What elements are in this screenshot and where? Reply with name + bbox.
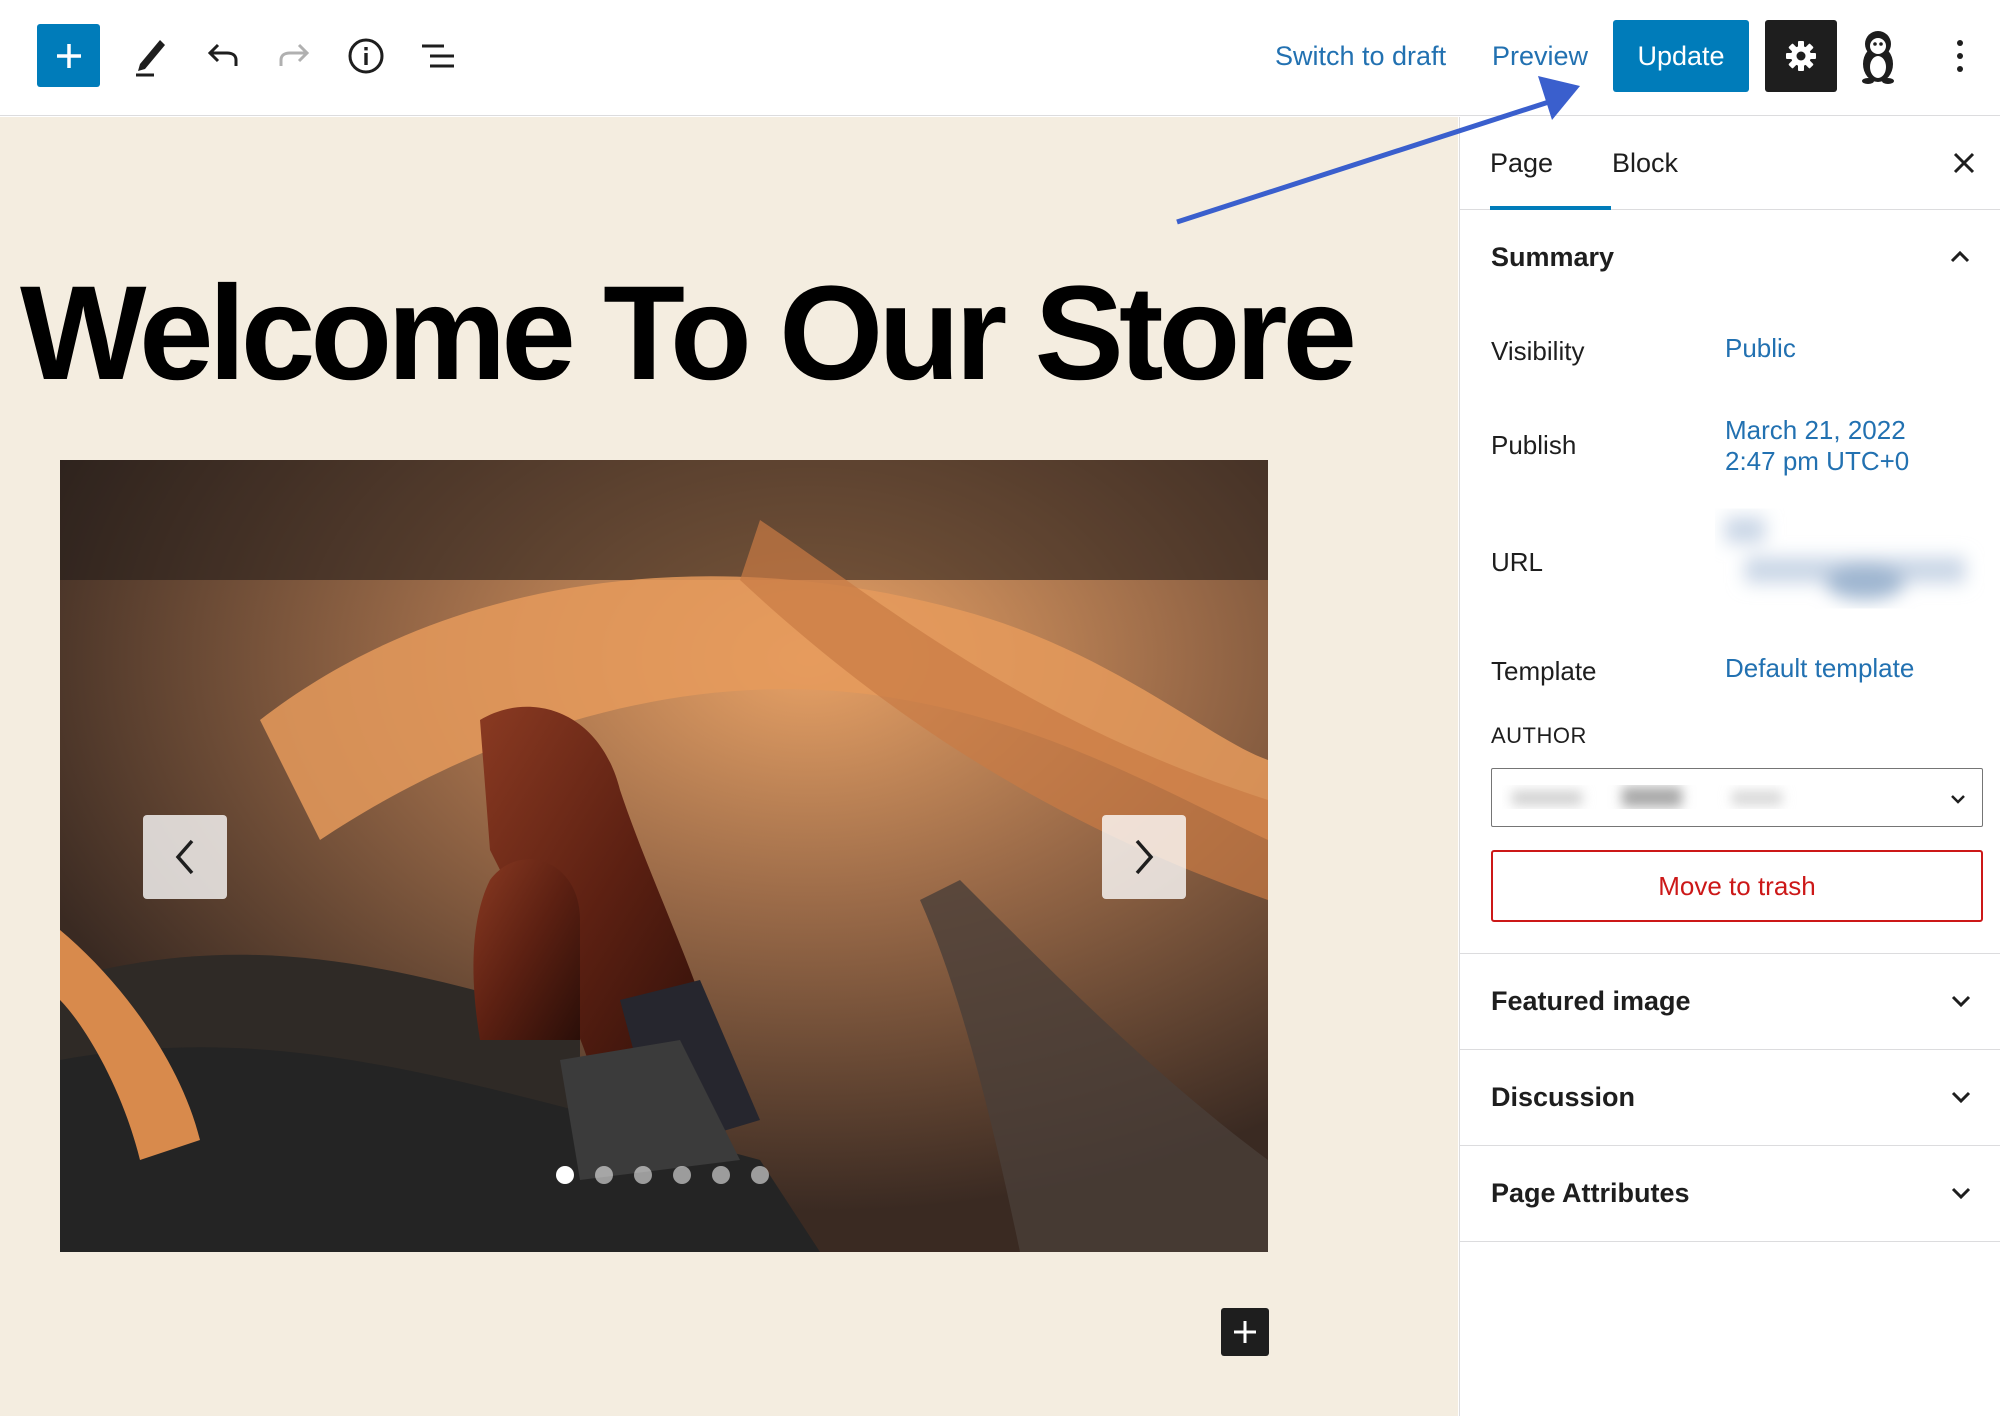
tab-page[interactable]: Page	[1490, 117, 1611, 210]
url-label: URL	[1491, 547, 1544, 577]
undo-icon	[207, 43, 238, 66]
editor-toolbar: Switch to draft Preview Update	[0, 0, 2000, 116]
editor-canvas[interactable]: Welcome To Our Store	[0, 117, 1458, 1416]
summary-panel-toggle[interactable]: Summary	[1460, 210, 2000, 305]
chevron-down-icon	[1951, 995, 1971, 1008]
slider-prev-button[interactable]	[143, 815, 227, 899]
user-avatar-button[interactable]	[1854, 28, 1902, 84]
plus-icon	[1234, 1321, 1256, 1343]
add-block-button[interactable]	[37, 24, 100, 87]
slider-dot[interactable]	[634, 1166, 652, 1184]
slider-next-button[interactable]	[1102, 815, 1186, 899]
template-label: Template	[1491, 656, 1597, 686]
close-icon	[1953, 152, 1975, 174]
list-view-button[interactable]	[410, 28, 466, 84]
block-inserter-button[interactable]	[1221, 1308, 1269, 1356]
page-attributes-heading: Page Attributes	[1491, 1178, 1690, 1208]
template-value[interactable]: Default template	[1725, 651, 1914, 685]
page-title[interactable]: Welcome To Our Store	[20, 267, 1357, 401]
visibility-value[interactable]: Public	[1725, 331, 1796, 365]
author-value-blurred	[1512, 787, 1782, 807]
user-avatar-icon	[1862, 31, 1894, 84]
chevron-up-icon	[1950, 250, 1970, 263]
sidebar-tabs: Page Block	[1460, 117, 2000, 210]
options-button[interactable]	[1940, 28, 1980, 84]
update-button[interactable]: Update	[1613, 20, 1749, 92]
divider	[1460, 1241, 2000, 1242]
slider-dot[interactable]	[712, 1166, 730, 1184]
chevron-down-icon	[1951, 795, 1965, 804]
publish-label: Publish	[1491, 430, 1577, 460]
summary-heading: Summary	[1491, 242, 1615, 272]
publish-date[interactable]: March 21, 2022	[1725, 413, 1906, 447]
plus-icon	[56, 43, 81, 68]
chevron-right-icon	[1135, 839, 1154, 875]
slider-dot[interactable]	[751, 1166, 769, 1184]
slider-pagination	[556, 1166, 769, 1184]
chevron-down-icon	[1951, 1091, 1971, 1104]
gear-icon	[1786, 41, 1816, 71]
visibility-label: Visibility	[1491, 336, 1585, 366]
slider-dot[interactable]	[556, 1166, 574, 1184]
publish-time[interactable]: 2:47 pm UTC+0	[1725, 444, 1909, 478]
switch-to-draft-button[interactable]: Switch to draft	[1275, 36, 1446, 76]
details-button[interactable]	[338, 28, 394, 84]
redo-icon	[279, 43, 310, 66]
more-vertical-icon	[1957, 40, 1963, 72]
tab-page-label: Page	[1490, 148, 1554, 178]
settings-sidebar: Page Block Summary Visibility Public Pub…	[1459, 117, 2000, 1416]
tab-block-label: Block	[1612, 148, 1679, 178]
tab-block[interactable]: Block	[1612, 117, 1678, 210]
undo-button[interactable]	[195, 28, 251, 84]
image-slider[interactable]	[60, 460, 1268, 1252]
page-attributes-panel-toggle[interactable]: Page Attributes	[1460, 1146, 2000, 1241]
redo-button[interactable]	[266, 28, 322, 84]
featured-image-panel-toggle[interactable]: Featured image	[1460, 954, 2000, 1049]
slider-dot[interactable]	[673, 1166, 691, 1184]
pencil-icon	[136, 40, 165, 77]
info-icon	[348, 38, 384, 74]
discussion-panel-toggle[interactable]: Discussion	[1460, 1050, 2000, 1145]
discussion-heading: Discussion	[1491, 1082, 1636, 1112]
chevron-left-icon	[175, 839, 194, 875]
slide-image	[60, 460, 1268, 1252]
featured-image-heading: Featured image	[1491, 986, 1691, 1016]
list-view-icon	[422, 44, 454, 68]
chevron-down-icon	[1951, 1187, 1971, 1200]
url-value-blurred[interactable]	[1715, 497, 1985, 627]
tools-button[interactable]	[122, 28, 178, 84]
move-to-trash-button[interactable]: Move to trash	[1491, 850, 1983, 922]
slider-dot[interactable]	[595, 1166, 613, 1184]
settings-button[interactable]	[1765, 20, 1837, 92]
author-select[interactable]	[1491, 768, 1983, 827]
preview-button[interactable]: Preview	[1492, 36, 1588, 76]
close-sidebar-button[interactable]	[1948, 147, 1980, 179]
author-label: AUTHOR	[1491, 723, 1587, 748]
